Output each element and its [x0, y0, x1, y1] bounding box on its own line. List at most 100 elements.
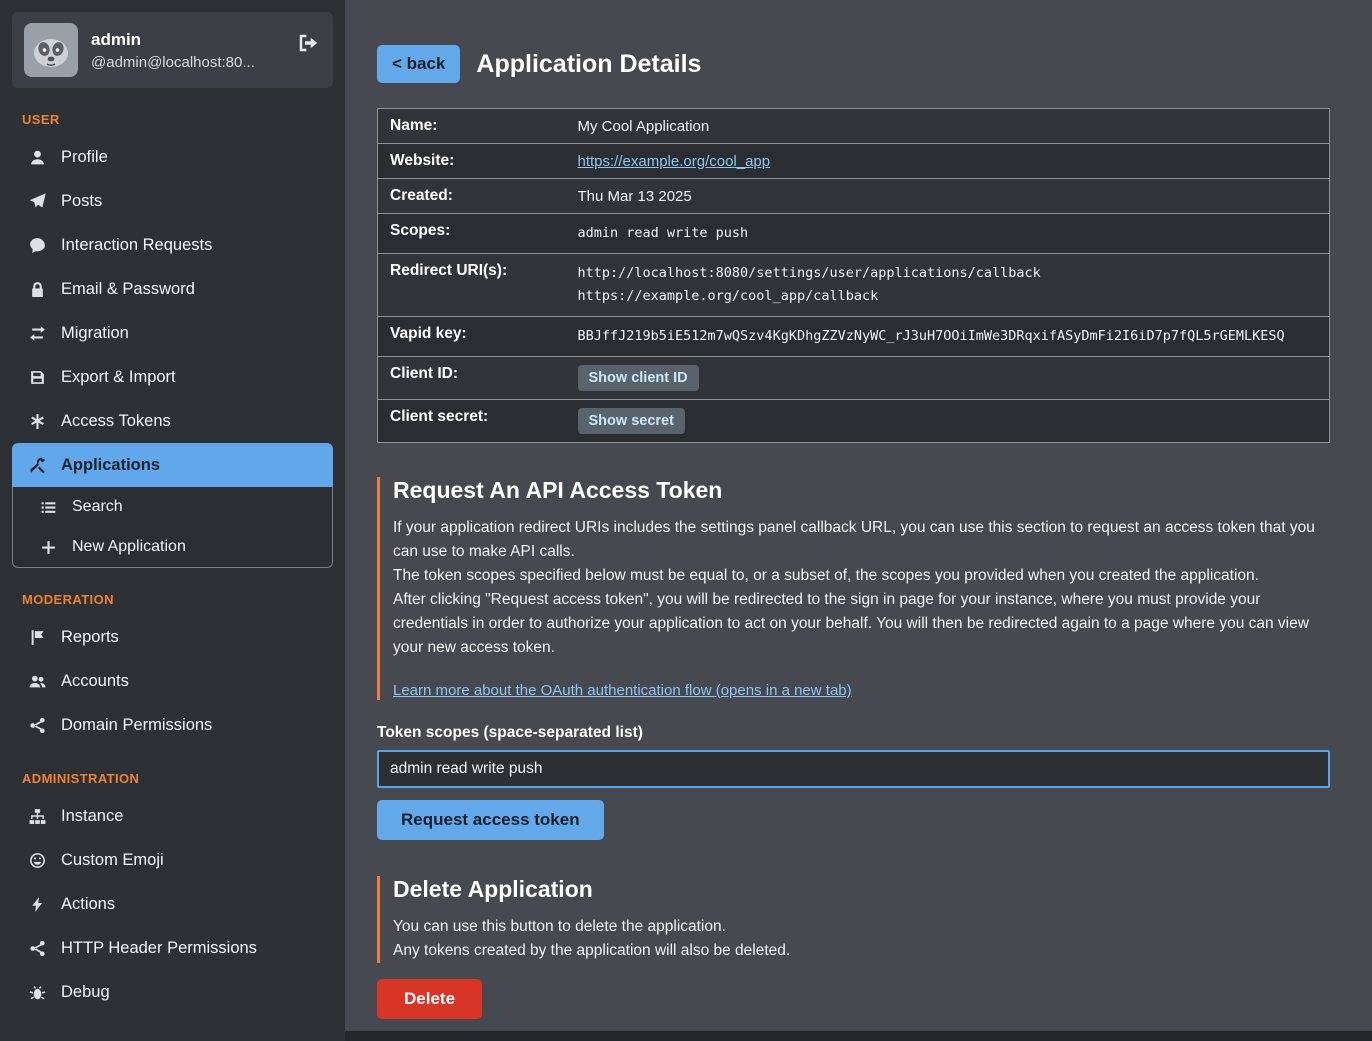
list-icon — [39, 498, 57, 516]
section-label-administration: ADMINISTRATION — [22, 771, 333, 786]
sidebar-item-access-tokens[interactable]: Access Tokens — [12, 399, 333, 443]
asterisk-icon — [28, 412, 46, 430]
sidebar-item-label: Actions — [61, 893, 115, 915]
floppy-disk-icon — [28, 368, 46, 386]
request-token-heading: Request An API Access Token — [393, 477, 1330, 504]
sidebar-item-accounts[interactable]: Accounts — [12, 659, 333, 703]
sidebar-item-label: Custom Emoji — [61, 849, 164, 871]
sidebar-item-email-password[interactable]: Email & Password — [12, 267, 333, 311]
transfer-arrows-icon — [28, 324, 46, 342]
oauth-docs-link[interactable]: Learn more about the OAuth authenticatio… — [393, 682, 852, 699]
row-label: Name: — [378, 109, 566, 144]
sidebar-item-actions[interactable]: Actions — [12, 882, 333, 926]
tools-icon — [28, 456, 46, 474]
sitemap-icon — [28, 807, 46, 825]
section-label-user: USER — [22, 112, 333, 127]
row-label: Created: — [378, 179, 566, 214]
delete-paragraph: You can use this button to delete the ap… — [393, 915, 1330, 939]
sidebar-item-label: Applications — [61, 454, 160, 476]
sidebar-item-label: Access Tokens — [61, 410, 171, 432]
token-scopes-label: Token scopes (space-separated list) — [377, 724, 1330, 742]
row-value: http://localhost:8080/settings/user/appl… — [566, 254, 1330, 317]
delete-button[interactable]: Delete — [377, 979, 482, 1019]
sidebar-item-instance[interactable]: Instance — [12, 794, 333, 838]
flag-icon — [28, 628, 46, 646]
row-label: Scopes: — [378, 214, 566, 254]
table-row-name: Name: My Cool Application — [378, 109, 1330, 144]
sidebar-item-label: Instance — [61, 805, 123, 827]
sidebar-item-reports[interactable]: Reports — [12, 615, 333, 659]
row-value: BBJffJ219b5iE512m7wQSzv4KgKDhgZZVzNyWC_r… — [566, 317, 1330, 357]
sidebar-item-debug[interactable]: Debug — [12, 970, 333, 1014]
application-details-table: Name: My Cool Application Website: https… — [377, 108, 1330, 443]
sidebar-item-posts[interactable]: Posts — [12, 179, 333, 223]
sidebar-item-label: New Application — [72, 536, 186, 558]
delete-application-section: Delete Application You can use this butt… — [377, 876, 1330, 963]
user-card: admin @admin@localhost:80... — [12, 12, 333, 88]
row-value: My Cool Application — [566, 109, 1330, 144]
app-root: admin @admin@localhost:80... USER Profil… — [0, 0, 1372, 1041]
table-row-client-secret: Client secret: Show secret — [378, 400, 1330, 443]
request-token-paragraph: If your application redirect URIs includ… — [393, 516, 1330, 564]
user-handle: @admin@localhost:80... — [91, 54, 255, 71]
row-label: Vapid key: — [378, 317, 566, 357]
sidebar-item-export-import[interactable]: Export & Import — [12, 355, 333, 399]
users-icon — [28, 672, 46, 690]
sidebar-item-label: Accounts — [61, 670, 129, 692]
sidebar-item-label: Debug — [61, 981, 110, 1003]
table-row-client-id: Client ID: Show client ID — [378, 357, 1330, 400]
row-label: Website: — [378, 144, 566, 179]
sidebar-item-label: HTTP Header Permissions — [61, 937, 257, 959]
sidebar-item-domain-permissions[interactable]: Domain Permissions — [12, 703, 333, 747]
delete-paragraph: Any tokens created by the application wi… — [393, 939, 1330, 963]
sidebar-item-http-header-permissions[interactable]: HTTP Header Permissions — [12, 926, 333, 970]
sidebar-item-interaction-requests[interactable]: Interaction Requests — [12, 223, 333, 267]
comment-icon — [28, 236, 46, 254]
sidebar-item-label: Export & Import — [61, 366, 176, 388]
share-nodes-icon — [28, 716, 46, 734]
request-token-paragraph: The token scopes specified below must be… — [393, 564, 1330, 588]
show-secret-button[interactable]: Show secret — [578, 408, 685, 434]
row-label: Redirect URI(s): — [378, 254, 566, 317]
table-row-website: Website: https://example.org/cool_app — [378, 144, 1330, 179]
table-row-scopes: Scopes: admin read write push — [378, 214, 1330, 254]
request-access-token-button[interactable]: Request access token — [377, 800, 604, 840]
logout-icon[interactable] — [297, 32, 319, 59]
sidebar-item-label: Profile — [61, 146, 108, 168]
sidebar-item-label: Posts — [61, 190, 102, 212]
back-button[interactable]: < back — [377, 45, 460, 83]
token-scopes-input[interactable] — [377, 750, 1330, 788]
user-icon — [28, 148, 46, 166]
table-row-redirect-uris: Redirect URI(s): http://localhost:8080/s… — [378, 254, 1330, 317]
sidebar-item-label: Search — [72, 496, 123, 518]
sidebar-item-label: Reports — [61, 626, 119, 648]
sidebar-item-label: Email & Password — [61, 278, 195, 300]
sidebar-item-label: Migration — [61, 322, 129, 344]
show-client-id-button[interactable]: Show client ID — [578, 365, 699, 391]
delete-application-heading: Delete Application — [393, 876, 1330, 903]
plus-icon — [39, 538, 57, 556]
sidebar-item-label: Interaction Requests — [61, 234, 212, 256]
bolt-icon — [28, 895, 46, 913]
sidebar: admin @admin@localhost:80... USER Profil… — [0, 0, 345, 1041]
sidebar-item-migration[interactable]: Migration — [12, 311, 333, 355]
request-token-section: Request An API Access Token If your appl… — [377, 477, 1330, 700]
redirect-uri: https://example.org/cool_app/callback — [578, 285, 1318, 308]
paper-plane-icon — [28, 192, 46, 210]
sidebar-item-new-application[interactable]: New Application — [13, 527, 332, 567]
applications-submenu: Search New Application — [12, 487, 333, 568]
page-title: Application Details — [476, 50, 701, 79]
sidebar-item-applications-search[interactable]: Search — [13, 487, 332, 527]
row-value: admin read write push — [566, 214, 1330, 254]
user-name: admin — [91, 30, 255, 50]
sidebar-item-label: Domain Permissions — [61, 714, 212, 736]
main-panel: < back Application Details Name: My Cool… — [345, 0, 1372, 1031]
table-row-created: Created: Thu Mar 13 2025 — [378, 179, 1330, 214]
bug-icon — [28, 983, 46, 1001]
lock-icon — [28, 280, 46, 298]
website-link[interactable]: https://example.org/cool_app — [578, 153, 771, 170]
sidebar-item-profile[interactable]: Profile — [12, 135, 333, 179]
smile-icon — [28, 851, 46, 869]
sidebar-item-applications[interactable]: Applications — [12, 443, 333, 487]
sidebar-item-custom-emoji[interactable]: Custom Emoji — [12, 838, 333, 882]
